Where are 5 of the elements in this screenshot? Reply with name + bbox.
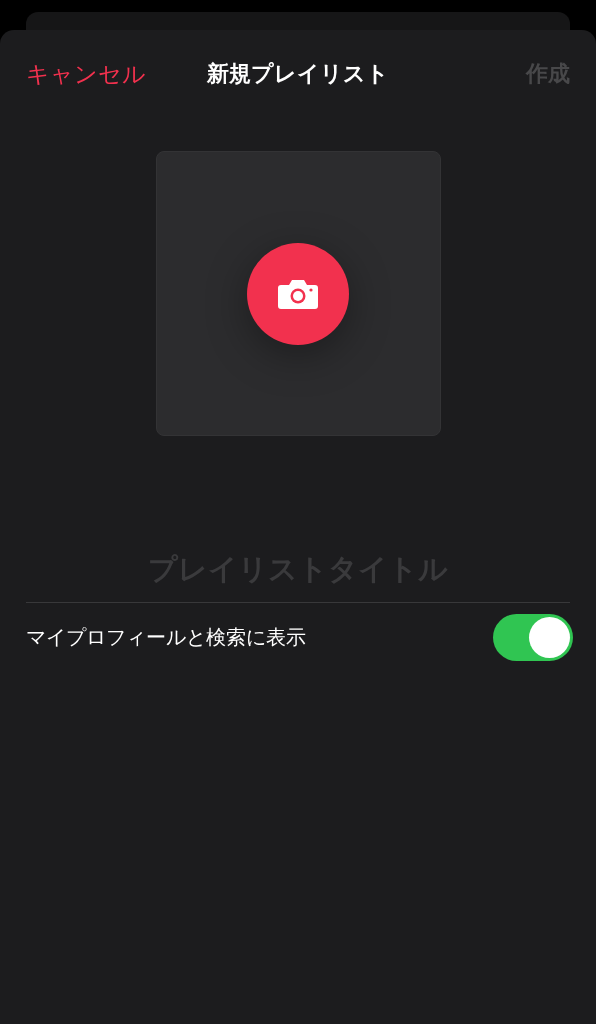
toggle-label: マイプロフィールと検索に表示 [26, 623, 306, 651]
camera-icon [277, 277, 319, 310]
cancel-button[interactable]: キャンセル [26, 58, 146, 90]
sheet-title: 新規プレイリスト [207, 60, 389, 88]
visibility-toggle[interactable] [493, 613, 573, 661]
